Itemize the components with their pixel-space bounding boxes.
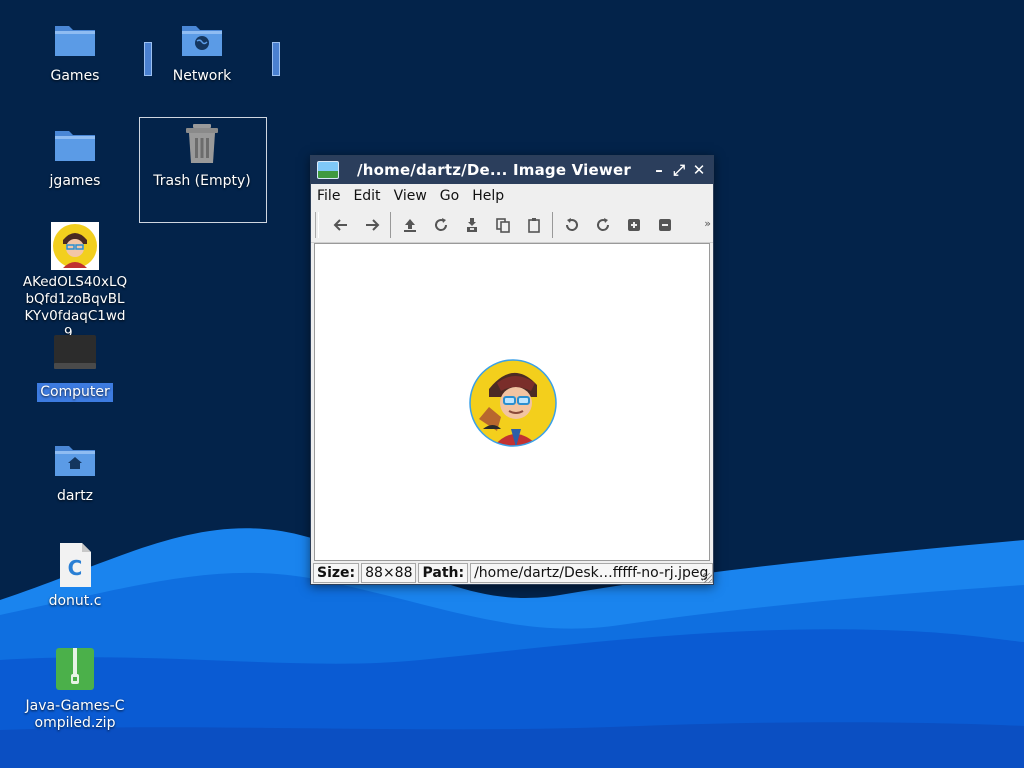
minimize-button[interactable]: – [649,161,669,179]
menu-view[interactable]: View [394,188,427,204]
desktop-icon-donut-c[interactable]: C donut.c [20,541,130,610]
desktop-icon-network[interactable]: Network [147,16,257,85]
menu-go[interactable]: Go [440,188,459,204]
desktop-icon-label: donut.c [48,593,102,609]
c-source-file-icon: C [51,541,99,589]
desktop-icon-trash[interactable]: Trash (Empty) [147,121,257,190]
toolbar-overflow-button[interactable]: » [704,217,711,230]
menu-file[interactable]: File [317,188,340,204]
copy-icon[interactable] [487,210,518,240]
menu-edit[interactable]: Edit [353,188,380,204]
toolbar: » [311,208,713,243]
paste-icon[interactable] [518,210,549,240]
zoom-in-icon[interactable] [618,210,649,240]
image-thumbnail-icon [51,222,99,270]
network-folder-icon [178,16,226,64]
save-icon[interactable] [456,210,487,240]
close-button[interactable]: ✕ [689,161,709,179]
desktop-icon-games[interactable]: Games [20,16,130,85]
toolbar-grip[interactable] [315,212,319,238]
desktop-icon-label: jgames [49,173,101,189]
rotate-cw-icon[interactable] [587,210,618,240]
folder-icon [51,16,99,64]
desktop-icon-label: dartz [56,488,94,504]
image-viewer-app-icon [317,161,339,179]
open-parent-icon[interactable] [394,210,425,240]
desktop-marker-right [272,42,280,76]
desktop-icon-label: Trash (Empty) [153,173,251,189]
size-value: 88×88 [361,563,417,583]
reload-icon[interactable] [425,210,456,240]
maximize-button[interactable]: ⤢ [669,161,689,179]
desktop-icon-label: Games [50,68,100,84]
rotate-ccw-icon[interactable] [556,210,587,240]
resize-grip[interactable] [702,573,712,583]
desktop-icon-label: Computer [37,383,113,402]
window-titlebar[interactable]: /home/dartz/De... Image Viewer – ⤢ ✕ [311,156,713,184]
size-label: Size: [313,563,360,583]
path-label: Path: [418,563,469,583]
zip-archive-icon [51,646,99,694]
toolbar-separator [390,212,391,238]
image-viewer-window[interactable]: /home/dartz/De... Image Viewer – ⤢ ✕ Fil… [310,155,714,585]
desktop-icon-computer[interactable]: Computer [20,331,130,402]
zoom-out-icon[interactable] [649,210,680,240]
desktop-icon-jgames[interactable]: jgames [20,121,130,190]
home-folder-icon [51,436,99,484]
desktop-icon-dartz[interactable]: dartz [20,436,130,505]
trash-icon [178,121,226,169]
desktop-icon-image[interactable]: AKedOLS40xLQbQfd1zoBqvBLKYv0fdaqC1wd9… [20,222,130,342]
window-title: /home/dartz/De... Image Viewer [357,161,631,179]
desktop-icon-java-games-zip[interactable]: Java-Games-Compiled.zip [20,646,130,732]
image-canvas[interactable] [314,243,710,561]
toolbar-separator [552,212,553,238]
folder-icon [51,121,99,169]
path-value: /home/dartz/Desk…fffff-no-rj.jpeg [470,563,713,583]
menu-help[interactable]: Help [472,188,504,204]
desktop-icon-label: Network [172,68,232,84]
forward-icon[interactable] [356,210,387,240]
statusbar: Size: 88×88 Path: /home/dartz/Desk…fffff… [311,562,713,584]
svg-text:C: C [68,556,83,580]
back-icon[interactable] [325,210,356,240]
displayed-image [469,359,557,447]
menubar: File Edit View Go Help [311,184,713,208]
desktop-icon-label: Java-Games-Compiled.zip [25,698,125,731]
computer-icon [51,331,99,379]
